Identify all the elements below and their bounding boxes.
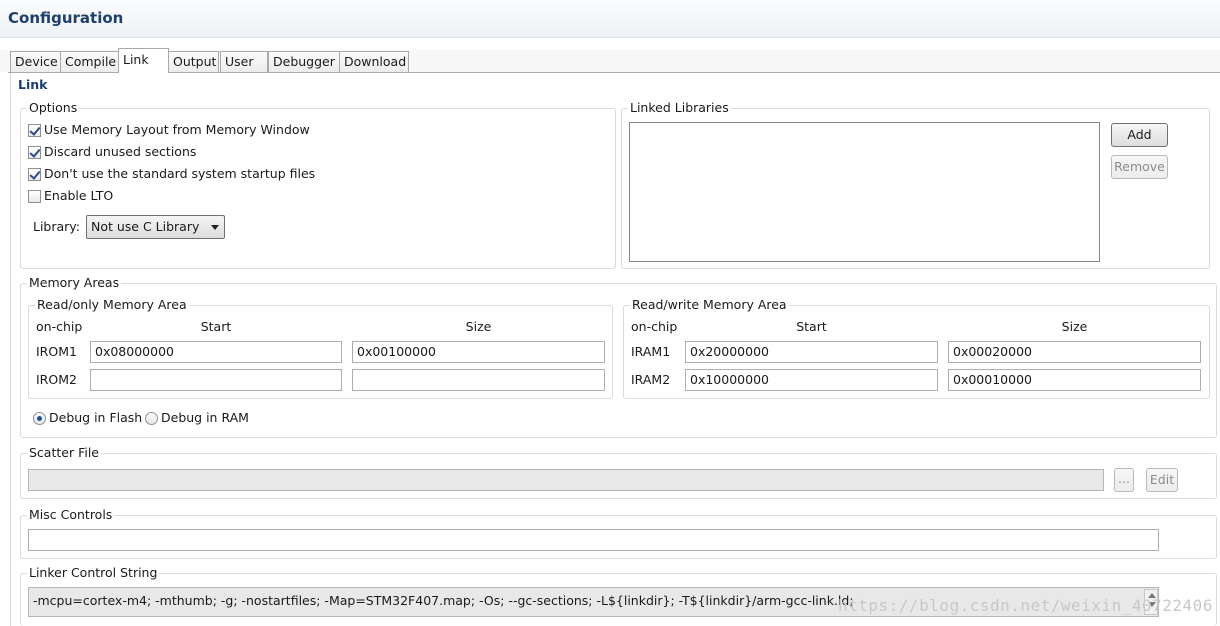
iram1-size-input[interactable]: 0x00020000 bbox=[948, 341, 1201, 363]
irom1-size-input[interactable]: 0x00100000 bbox=[352, 341, 605, 363]
checkbox-enable-lto[interactable] bbox=[28, 190, 41, 203]
irom2-start-input[interactable] bbox=[90, 369, 342, 391]
section-title: Link bbox=[18, 77, 48, 92]
library-select-value: Not use C Library bbox=[91, 219, 200, 234]
linked-libraries-list[interactable] bbox=[629, 122, 1100, 262]
debug-in-ram-label: Debug in RAM bbox=[161, 410, 249, 425]
iram1-start-input[interactable]: 0x20000000 bbox=[685, 341, 938, 363]
checkbox-no-startup-files[interactable] bbox=[28, 168, 41, 181]
title-bar bbox=[0, 0, 1220, 38]
add-library-button[interactable]: Add bbox=[1111, 123, 1168, 147]
checkbox-use-memory-layout[interactable] bbox=[28, 124, 41, 137]
checkbox-label: Don't use the standard system startup fi… bbox=[44, 166, 316, 181]
window-title: Configuration bbox=[8, 9, 124, 27]
remove-library-button[interactable]: Remove bbox=[1111, 155, 1168, 179]
tab-link[interactable]: Link bbox=[118, 48, 169, 73]
col-size: Size bbox=[1061, 319, 1088, 334]
checkbox-label: Use Memory Layout from Memory Window bbox=[44, 122, 310, 137]
debug-in-flash-label: Debug in Flash bbox=[49, 410, 143, 425]
scatter-file-input[interactable] bbox=[28, 469, 1104, 491]
scatter-browse-button[interactable]: ... bbox=[1114, 468, 1134, 492]
checkbox-label: Enable LTO bbox=[44, 188, 114, 203]
linker-control-label: Linker Control String bbox=[27, 565, 160, 580]
checkbox-label: Discard unused sections bbox=[44, 144, 197, 159]
col-onchip: on-chip bbox=[631, 319, 678, 334]
linked-libraries-label: Linked Libraries bbox=[628, 100, 731, 115]
misc-controls-label: Misc Controls bbox=[27, 507, 115, 522]
col-start: Start bbox=[200, 319, 232, 334]
scatter-file-label: Scatter File bbox=[27, 445, 101, 460]
tab-output[interactable]: Output bbox=[168, 51, 219, 72]
tab-compile[interactable]: Compile bbox=[60, 51, 119, 72]
debug-in-flash-radio[interactable] bbox=[33, 412, 46, 425]
tab-device[interactable]: Device bbox=[10, 51, 61, 72]
options-label: Options bbox=[27, 100, 80, 115]
irom2-label: IROM2 bbox=[36, 372, 77, 387]
irom1-start-input[interactable]: 0x08000000 bbox=[90, 341, 342, 363]
library-select[interactable]: Not use C Library bbox=[86, 215, 225, 239]
readwrite-memory-label: Read/write Memory Area bbox=[630, 297, 789, 312]
scatter-edit-button[interactable]: Edit bbox=[1146, 468, 1178, 492]
misc-controls-input[interactable] bbox=[28, 529, 1159, 551]
iram1-label: IRAM1 bbox=[631, 344, 671, 359]
col-start: Start bbox=[796, 319, 827, 334]
tab-user[interactable]: User bbox=[220, 51, 268, 72]
irom2-size-input[interactable] bbox=[352, 369, 605, 391]
checkbox-discard-unused[interactable] bbox=[28, 146, 41, 159]
memory-areas-label: Memory Areas bbox=[27, 275, 122, 290]
tab-download[interactable]: Download bbox=[339, 51, 409, 72]
readonly-memory-label: Read/only Memory Area bbox=[35, 297, 189, 312]
chevron-down-icon bbox=[211, 225, 219, 230]
col-size: Size bbox=[465, 319, 492, 334]
iram2-size-input[interactable]: 0x00010000 bbox=[948, 369, 1201, 391]
col-onchip: on-chip bbox=[36, 319, 83, 334]
debug-in-ram-radio[interactable] bbox=[145, 412, 158, 425]
watermark: https://blog.csdn.net/weixin_40722406 bbox=[838, 596, 1213, 615]
iram2-label: IRAM2 bbox=[631, 372, 671, 387]
irom1-label: IROM1 bbox=[36, 344, 77, 359]
iram2-start-input[interactable]: 0x10000000 bbox=[685, 369, 938, 391]
library-label: Library: bbox=[33, 219, 81, 234]
tab-debugger[interactable]: Debugger bbox=[268, 51, 340, 72]
